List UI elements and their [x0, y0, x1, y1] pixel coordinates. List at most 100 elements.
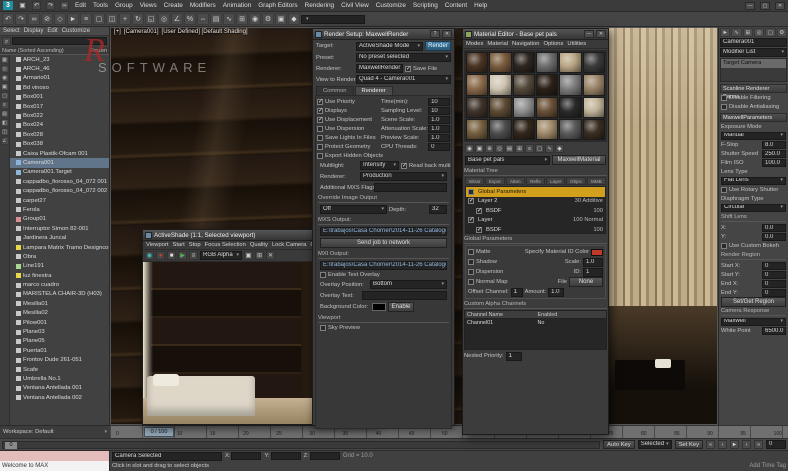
multilight-dropdown[interactable]: Intensity [360, 161, 399, 170]
go-to-end-icon[interactable]: » [754, 440, 763, 449]
undo-icon[interactable]: ↶ [2, 13, 14, 25]
search-icon[interactable]: ⌕ [2, 37, 11, 46]
list-item[interactable]: luz finestra [10, 271, 109, 280]
material-sample-slot[interactable] [559, 119, 581, 140]
production-renderer-dropdown[interactable]: Production [360, 172, 447, 181]
menu-item[interactable]: Content [444, 2, 468, 9]
list-item[interactable]: Jardinera Juncal [10, 233, 109, 242]
helpers-filter-icon[interactable]: ▢ [1, 92, 9, 100]
material-sample-slot[interactable] [489, 97, 511, 118]
list-item[interactable]: Caixa Plastik-Ofcam 001 [10, 149, 109, 158]
window-minimize-icon[interactable]: — [745, 2, 755, 10]
display-tab-icon[interactable]: ▢ [765, 28, 775, 37]
material-sample-slot[interactable] [466, 119, 488, 140]
normal-map-file-button[interactable]: None [569, 277, 603, 287]
sample-type-icon[interactable]: ◆ [555, 144, 564, 153]
y-coordinate-field[interactable] [271, 452, 301, 460]
set-key-button[interactable]: Set Key [675, 440, 703, 449]
start-y-field[interactable]: 0 [762, 271, 786, 279]
material-id-icon[interactable]: ▤ [505, 144, 514, 153]
view-to-render-dropdown[interactable]: Quad 4 - Camera001 [356, 75, 451, 84]
material-sample-slot[interactable] [466, 52, 488, 73]
render-option-checkbox[interactable]: Displays [317, 106, 379, 115]
render-setup-icon[interactable]: ⚙ [262, 13, 274, 25]
list-item[interactable]: Box001 [10, 93, 109, 102]
list-item[interactable]: Box017 [10, 102, 109, 111]
list-item[interactable]: Lampara Matrix Tramo Designconnected [10, 243, 109, 252]
render-setup-tab[interactable]: Renderer [355, 86, 393, 95]
auto-key-button[interactable]: Auto Key [603, 440, 635, 449]
scene-explorer-tab[interactable]: Select [3, 28, 20, 34]
list-item[interactable]: Box024 [10, 121, 109, 130]
table-row[interactable]: Channel01 No [465, 319, 606, 327]
motion-tab-icon[interactable]: ◎ [754, 28, 764, 37]
set-get-region-button[interactable]: Set/Get Region [721, 297, 786, 307]
list-item[interactable]: carpet27 [10, 196, 109, 205]
text-overlay-checkbox[interactable]: Enable Text Overlay [320, 272, 366, 278]
stop-icon[interactable]: ■ [167, 251, 176, 260]
geometry-filter-icon[interactable]: ◎ [1, 65, 9, 73]
render-production-icon[interactable]: ◆ [288, 13, 300, 25]
add-time-tag[interactable]: Add Time Tag [749, 463, 786, 469]
enable-button[interactable]: Enable [388, 302, 414, 312]
lights-filter-icon[interactable]: ◉ [1, 74, 9, 82]
background-color-swatch[interactable] [372, 303, 386, 311]
play-animation-icon[interactable]: ► [730, 440, 739, 449]
list-item[interactable]: Camera001 [10, 158, 109, 167]
fstop-field[interactable]: 8.0 [762, 141, 786, 149]
shutter-field[interactable]: 250.0 [762, 150, 786, 158]
material-editor-menu-item[interactable]: Options [543, 41, 563, 47]
bones-filter-icon[interactable]: ◫ [1, 128, 9, 136]
select-by-material-icon[interactable]: ▢ [535, 144, 544, 153]
material-sample-slot[interactable] [559, 74, 581, 95]
disable-filtering-checkbox[interactable]: Disable Filtering [721, 95, 771, 101]
material-sample-slot[interactable] [559, 52, 581, 73]
select-object-icon[interactable]: ► [67, 13, 79, 25]
material-editor-close-icon[interactable]: ✕ [596, 30, 606, 38]
layers-filter-icon[interactable]: ▤ [1, 110, 9, 118]
material-editor-menu-item[interactable]: Material [487, 41, 508, 47]
scene-search-input[interactable] [12, 37, 107, 45]
go-to-start-icon[interactable]: « [706, 440, 715, 449]
material-sample-slot[interactable] [513, 52, 535, 73]
material-tree-tab[interactable]: Expor [485, 177, 504, 185]
x-coordinate-field[interactable] [231, 452, 261, 460]
list-item[interactable]: Ferola [10, 205, 109, 214]
render-option-field[interactable]: Sampling Level:10 [381, 106, 450, 115]
list-item[interactable]: Ventana Antellada 001 [10, 384, 109, 393]
viewport-menu-shading[interactable]: [User Defined] [Default Shading] [162, 29, 248, 35]
list-item[interactable]: Box022 [10, 111, 109, 120]
render-option-field[interactable]: CPU Threads:0 [381, 142, 450, 151]
list-item[interactable]: cappadbo_fiorosso_04_072 001 [10, 177, 109, 186]
redo-icon[interactable]: ↷ [15, 13, 27, 25]
material-sample-slot[interactable] [559, 97, 581, 118]
overlay-position-dropdown[interactable]: Bottom [370, 280, 447, 289]
material-sample-slot[interactable] [536, 52, 558, 73]
list-item[interactable]: Frontov Dude 261-051 [10, 356, 109, 365]
percent-snap-icon[interactable]: % [184, 13, 196, 25]
menu-item[interactable]: Views [139, 2, 158, 9]
window-crossing-icon[interactable]: ◫ [106, 13, 118, 25]
material-sample-slot[interactable] [583, 52, 605, 73]
iso-field[interactable]: 100.0 [762, 159, 786, 167]
scale-field[interactable]: 1.0 [583, 258, 603, 267]
undo-icon[interactable]: ↶ [32, 1, 41, 10]
current-frame-marker[interactable]: 0 [5, 442, 17, 449]
hierarchy-tab-icon[interactable]: ⊞ [743, 28, 753, 37]
id-field[interactable]: 1 [583, 268, 603, 277]
channel-menu-icon[interactable]: ≡ [189, 251, 198, 260]
shadow-checkbox[interactable]: Shadow [468, 259, 497, 265]
curve-editor-icon[interactable]: ∿ [223, 13, 235, 25]
list-item[interactable]: Line191 [10, 262, 109, 271]
save-image-icon[interactable]: ▣ [244, 251, 253, 260]
channel-dropdown[interactable]: RGB Alpha [200, 251, 242, 260]
clear-icon[interactable]: ✕ [266, 251, 275, 260]
list-item[interactable]: Scafe [10, 365, 109, 374]
list-item[interactable]: Camera001.Target [10, 168, 109, 177]
list-item[interactable]: Plane05 [10, 337, 109, 346]
select-by-name-icon[interactable]: ≡ [80, 13, 92, 25]
material-sample-slot[interactable] [583, 97, 605, 118]
amount-field[interactable]: 1.0 [548, 288, 564, 297]
z-coordinate-field[interactable] [310, 452, 340, 460]
channel-name-column[interactable]: Channel Name [465, 311, 536, 318]
